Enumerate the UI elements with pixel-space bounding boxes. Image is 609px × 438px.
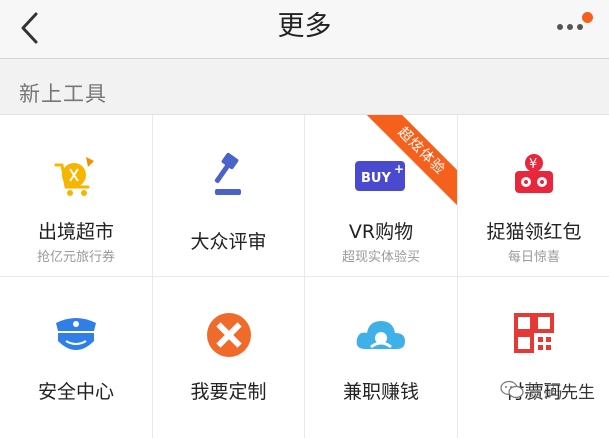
police-shield-icon [56,318,96,350]
tool-item-part-time-job[interactable]: 兼职赚钱 [305,277,457,438]
tool-name: 捉猫领红包 [486,221,582,243]
tool-subtitle: 超现实体验买 [341,250,420,265]
chevron-left-icon[interactable] [16,8,46,48]
red-envelope-icon: ¥ [515,154,553,193]
tool-item-customize[interactable]: 我要定制 [153,277,304,438]
tool-name: 大众评审 [190,231,267,253]
tool-name: VR购物 [348,221,414,243]
svg-text:¥: ¥ [529,157,537,172]
svg-text:+: + [394,162,404,176]
tool-name: 我要定制 [190,381,267,403]
vr-buy-icon: BUY + [355,161,405,191]
tool-name: 出境超市 [37,221,114,243]
tool-item-public-review[interactable]: 大众评审 [153,115,304,276]
tool-item-vr-shopping[interactable]: BUY + 超炫体验 VR购物 超现实体验买 [305,115,457,276]
pencil-ruler-icon [206,313,251,357]
tool-item-security-center[interactable]: 安全中心 [0,277,152,438]
page-title: 更多 [277,11,332,42]
more-dots-icon[interactable] [557,12,593,38]
watermark-text: 贾珂先生 [527,382,595,403]
wechat-icon [500,380,524,399]
tool-subtitle: 每日惊喜 [507,250,560,265]
tool-subtitle: 抢亿元旅行券 [36,250,115,265]
notification-dot [582,12,593,23]
tool-item-overseas-market[interactable]: 出境超市 抢亿元旅行券 [0,115,152,276]
shopping-cart-icon [54,157,94,196]
nav-bar: 更多 [0,0,609,59]
section-title: 新上工具 [19,82,107,106]
tool-name: 安全中心 [37,381,114,403]
cloud-icon [356,321,405,349]
tool-name: 兼职赚钱 [342,381,419,403]
qr-code-icon [514,313,554,353]
svg-text:BUY: BUY [361,171,391,186]
tool-item-catch-cat-red-packet[interactable]: ¥ 捉猫领红包 每日惊喜 [458,115,609,276]
gavel-icon [214,152,241,195]
watermark: 贾珂先生 [500,376,595,404]
tool-item-payment-code[interactable]: 付款码 [458,277,609,438]
